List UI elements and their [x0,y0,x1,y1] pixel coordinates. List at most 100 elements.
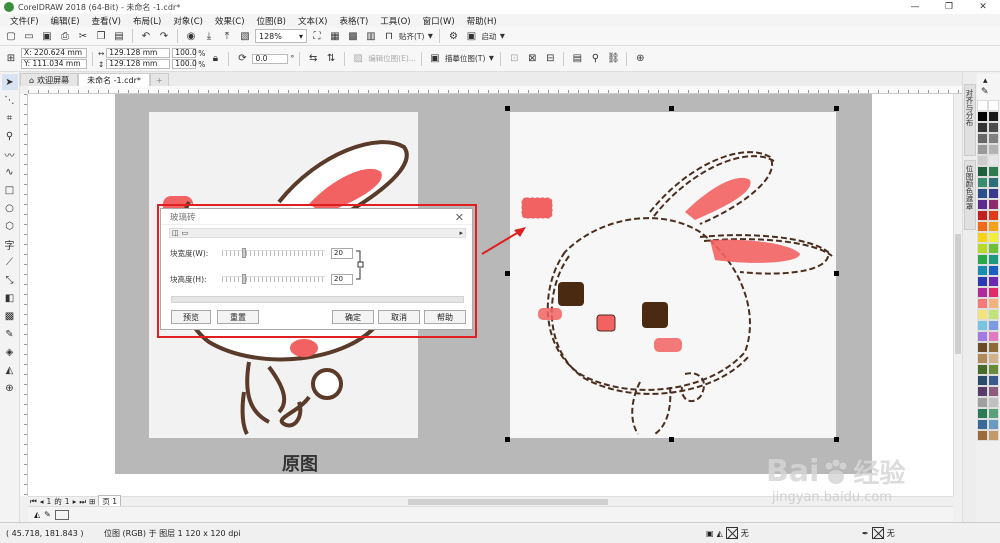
color-swatch[interactable] [977,364,988,375]
selection-handle[interactable] [834,271,839,276]
undo-icon[interactable]: ↶ [138,28,154,44]
color-swatch[interactable] [977,155,988,166]
glass-block-result-image[interactable] [510,112,836,438]
selection-handle[interactable] [505,437,510,442]
color-swatch[interactable] [988,298,999,309]
crop-tool-icon[interactable]: ⌗ [2,110,18,126]
color-swatch[interactable] [988,254,999,265]
close-button[interactable]: ✕ [966,2,1000,12]
height-field[interactable]: 129.128 mm [106,59,171,69]
color-swatch[interactable] [977,166,988,177]
import-icon[interactable]: ⤓ [201,28,217,44]
show-guidelines-icon[interactable]: ▥ [363,28,379,44]
chevron-down-icon[interactable]: ▾ [426,28,434,44]
color-swatch[interactable] [977,419,988,430]
color-swatch[interactable] [977,133,988,144]
eyedropper-icon[interactable]: ✎ [981,87,989,97]
save-icon[interactable]: ▣ [39,28,55,44]
first-page-icon[interactable]: ⏮ [30,497,37,507]
mirror-vertical-icon[interactable]: ⇅ [323,51,339,67]
color-swatch[interactable] [977,188,988,199]
menu-layout[interactable]: 布局(L) [127,15,167,27]
menu-window[interactable]: 窗口(W) [417,15,461,27]
color-swatch[interactable] [988,331,999,342]
tab-welcome-screen[interactable]: ⌂ 欢迎屏幕 [20,73,79,86]
color-swatch[interactable] [977,221,988,232]
interactive-fill-icon[interactable]: ◈ [2,344,18,360]
color-swatch[interactable] [988,353,999,364]
color-swatch[interactable] [977,331,988,342]
search-content-icon[interactable]: ◉ [183,28,199,44]
copy-icon[interactable]: ❐ [93,28,109,44]
text-tool-icon[interactable]: 字 [2,236,18,252]
color-swatch[interactable] [977,122,988,133]
color-swatch[interactable] [988,430,999,441]
bitmap-border-icon[interactable]: ⊟ [542,51,558,67]
link-icon[interactable]: ⛓ [605,51,621,67]
object-origin-icon[interactable]: ⊞ [3,51,19,67]
color-swatch[interactable] [977,232,988,243]
tab-document[interactable]: 未命名 -1.cdr* [78,73,150,86]
scale-width-field[interactable]: 100.0 [172,48,197,58]
palette-arrow-icon[interactable]: ▴ [983,76,988,86]
application-launcher-icon[interactable]: ▣ [463,28,479,44]
export-icon[interactable]: ⤒ [219,28,235,44]
edit-bitmap-icon[interactable]: ▨ [350,51,366,67]
y-position-field[interactable]: Y: 111.034 mm [21,59,87,69]
minimize-button[interactable]: — [898,2,932,12]
edit-bitmap-button[interactable]: 编辑位图(E)... [368,53,416,64]
outline-status[interactable]: ✒ 无 [862,527,895,539]
menu-bitmaps[interactable]: 位图(B) [251,15,292,27]
full-screen-icon[interactable]: ⛶ [309,28,325,44]
open-icon[interactable]: ▭ [21,28,37,44]
add-tool-icon[interactable]: ⊕ [2,380,18,396]
color-swatch[interactable] [988,111,999,122]
selection-handle[interactable] [834,437,839,442]
color-swatch[interactable] [988,166,999,177]
color-swatch[interactable] [977,320,988,331]
polygon-tool-icon[interactable]: ⬡ [2,218,18,234]
new-document-icon[interactable]: ▢ [3,28,19,44]
smart-fill-icon[interactable]: ◭ [2,362,18,378]
color-swatch[interactable] [977,243,988,254]
scrollbar-thumb[interactable] [408,499,608,505]
color-swatch[interactable] [988,144,999,155]
last-page-icon[interactable]: ⏭ [79,497,86,507]
color-swatch[interactable] [977,111,988,122]
ellipse-tool-icon[interactable]: ○ [2,200,18,216]
menu-edit[interactable]: 编辑(E) [45,15,86,27]
selection-handle[interactable] [505,271,510,276]
color-swatch[interactable] [977,199,988,210]
vertical-scrollbar[interactable] [953,94,962,496]
publish-pdf-icon[interactable]: ▧ [237,28,253,44]
artistic-media-icon[interactable]: ∿ [2,164,18,180]
selection-handle[interactable] [834,106,839,111]
trace-bitmap-button[interactable]: 描摹位图(T) [445,53,485,64]
bitmap-color-mask-icon[interactable]: ▤ [569,51,585,67]
menu-file[interactable]: 文件(F) [4,15,45,27]
color-swatch[interactable] [988,133,999,144]
color-swatch[interactable] [988,100,999,111]
color-swatch[interactable] [977,430,988,441]
drop-shadow-icon[interactable]: ◧ [2,290,18,306]
crop-bitmap-icon[interactable]: ⊡ [506,51,522,67]
docker-align-distribute[interactable]: 对齐与分布 [964,84,976,156]
print-icon[interactable]: ⎙ [57,28,73,44]
zoom-level-select[interactable]: 128% ▾ [255,29,307,43]
selection-handle[interactable] [669,437,674,442]
color-swatch[interactable] [988,232,999,243]
color-swatch[interactable] [977,298,988,309]
show-grid-icon[interactable]: ▩ [345,28,361,44]
selection-handle[interactable] [669,106,674,111]
scrollbar-thumb[interactable] [955,234,961,354]
prev-page-icon[interactable]: ◂ [40,497,44,506]
color-swatch[interactable] [988,397,999,408]
color-swatch[interactable] [977,353,988,364]
chevron-down-icon[interactable]: ▾ [498,28,506,44]
cut-icon[interactable]: ✂ [75,28,91,44]
color-swatch[interactable] [977,100,988,111]
color-swatch[interactable] [988,210,999,221]
current-page-number[interactable]: 1 [47,497,52,506]
shape-tool-icon[interactable]: ⋱ [2,92,18,108]
menu-tools[interactable]: 工具(O) [374,15,416,27]
